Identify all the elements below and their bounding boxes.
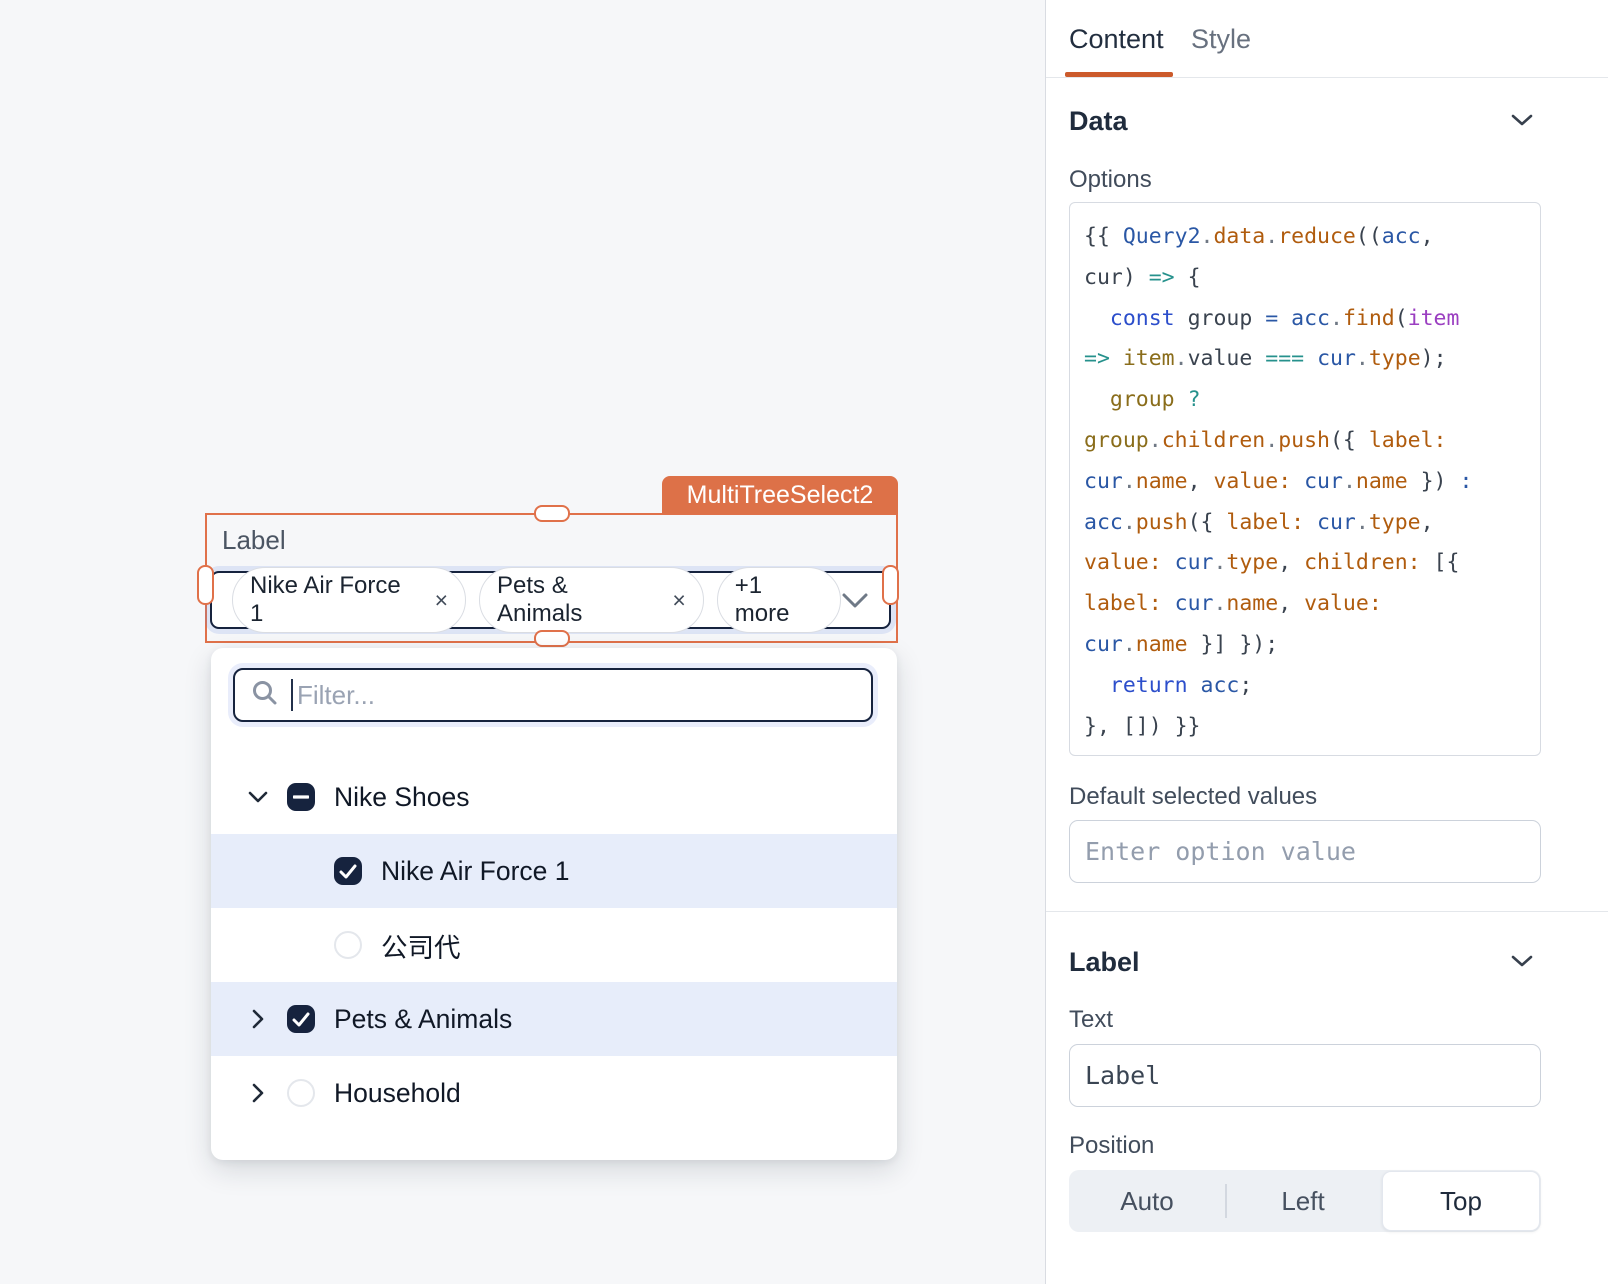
tree-option-child[interactable]: Nike Air Force 1 — [211, 834, 897, 908]
code-line: cur) => { — [1084, 258, 1540, 299]
section-title-label: Label — [1069, 947, 1140, 978]
code-line: cur.name }] }); — [1084, 625, 1540, 666]
chevron-down-icon[interactable] — [841, 592, 869, 609]
tree-option-label: Pets & Animals — [334, 1004, 512, 1035]
tree-option-parent[interactable]: Nike Shoes — [211, 760, 897, 834]
search-icon — [251, 679, 278, 711]
position-option-label: Top — [1440, 1186, 1482, 1217]
divider — [1046, 911, 1608, 912]
collapse-label-chevron-icon[interactable] — [1510, 954, 1534, 973]
code-line: group ? — [1084, 380, 1540, 421]
selected-tag-label: +1 more — [735, 572, 823, 628]
chevron-down-icon[interactable] — [245, 786, 271, 808]
code-line: value: cur.type, children: [{ — [1084, 543, 1540, 584]
code-line: return acc; — [1084, 666, 1540, 707]
resize-handle-right[interactable] — [882, 565, 899, 605]
code-line: cur.name, value: cur.name }) : — [1084, 462, 1540, 503]
text-cursor — [291, 679, 293, 711]
option-tree: Nike Shoes Nike Air Force 1 公司代 Pets & Anim… — [211, 760, 897, 1130]
resize-handle-top[interactable] — [534, 505, 570, 522]
label-text-input[interactable] — [1069, 1044, 1541, 1107]
tree-option-parent[interactable]: Household — [211, 1056, 897, 1130]
checkbox-checked[interactable] — [334, 857, 362, 885]
selected-tag[interactable]: Nike Air Force 1 × — [232, 567, 466, 633]
divider — [1046, 77, 1608, 78]
chevron-right-icon[interactable] — [245, 1082, 271, 1104]
position-option-top[interactable]: Top — [1382, 1171, 1540, 1231]
checkbox-unchecked[interactable] — [334, 931, 362, 959]
tree-option-parent[interactable]: Pets & Animals — [211, 982, 897, 1056]
code-line: {{ Query2.data.reduce((acc, — [1084, 217, 1540, 258]
position-option-label: Left — [1281, 1186, 1324, 1217]
position-option-label: Auto — [1120, 1186, 1174, 1217]
selected-tag-label: Nike Air Force 1 — [250, 572, 420, 628]
multiselect-input[interactable]: Nike Air Force 1 × Pets & Animals × +1 more — [210, 571, 891, 629]
resize-handle-bottom[interactable] — [534, 630, 570, 647]
default-values-input[interactable] — [1069, 820, 1541, 883]
text-label: Text — [1069, 1006, 1113, 1034]
component-label: Label — [222, 525, 286, 556]
selected-tag-label: Pets & Animals — [497, 572, 657, 628]
tree-option-label: Nike Air Force 1 — [381, 856, 570, 887]
app-canvas: MultiTreeSelect2 Label Nike Air Force 1 ×… — [0, 0, 1608, 1284]
component-name-tag[interactable]: MultiTreeSelect2 — [662, 476, 898, 514]
remove-tag-icon[interactable]: × — [435, 589, 448, 612]
section-title-data: Data — [1069, 106, 1128, 137]
selected-tag[interactable]: +1 more — [717, 567, 841, 633]
remove-tag-icon[interactable]: × — [672, 589, 685, 612]
tree-option-label: Household — [334, 1078, 461, 1109]
options-label: Options — [1069, 166, 1152, 194]
tree-option-label: 公司代 — [381, 926, 461, 965]
default-values-label: Default selected values — [1069, 783, 1317, 811]
code-line: label: cur.name, value: — [1084, 584, 1540, 625]
code-line: acc.push({ label: cur.type, — [1084, 503, 1540, 544]
checkbox-indeterminate[interactable] — [287, 783, 315, 811]
multiselect-dropdown: Nike Shoes Nike Air Force 1 公司代 Pets & Anim… — [211, 648, 897, 1160]
position-option-auto[interactable]: Auto — [1069, 1170, 1225, 1232]
position-option-left[interactable]: Left — [1225, 1170, 1381, 1232]
checkbox-checked[interactable] — [287, 1005, 315, 1033]
position-label: Position — [1069, 1132, 1154, 1160]
chevron-right-icon[interactable] — [245, 1008, 271, 1030]
options-code-editor[interactable]: {{ Query2.data.reduce((acc,cur) => { con… — [1069, 202, 1541, 756]
code-line: => item.value === cur.type); — [1084, 339, 1540, 380]
code-line: group.children.push({ label: — [1084, 421, 1540, 462]
checkbox-unchecked[interactable] — [287, 1079, 315, 1107]
code-line: const group = acc.find(item — [1084, 299, 1540, 340]
tab-content[interactable]: Content — [1069, 24, 1164, 55]
segment-divider — [1225, 1184, 1227, 1218]
inspector-panel: Content Style Data Options {{ Query2.dat… — [1045, 0, 1608, 1284]
tree-option-label: Nike Shoes — [334, 782, 470, 813]
resize-handle-left[interactable] — [197, 565, 214, 605]
filter-input[interactable] — [297, 680, 855, 711]
filter-box[interactable] — [233, 668, 873, 722]
position-segmented-control: Auto Left Top — [1069, 1170, 1541, 1232]
selected-tags: Nike Air Force 1 × Pets & Animals × +1 more — [232, 567, 841, 633]
collapse-data-chevron-icon[interactable] — [1510, 113, 1534, 132]
selected-tag[interactable]: Pets & Animals × — [479, 567, 704, 633]
tab-style[interactable]: Style — [1191, 24, 1251, 55]
tree-option-child[interactable]: 公司代 — [211, 908, 897, 982]
code-line: }, []) }} — [1084, 707, 1540, 748]
